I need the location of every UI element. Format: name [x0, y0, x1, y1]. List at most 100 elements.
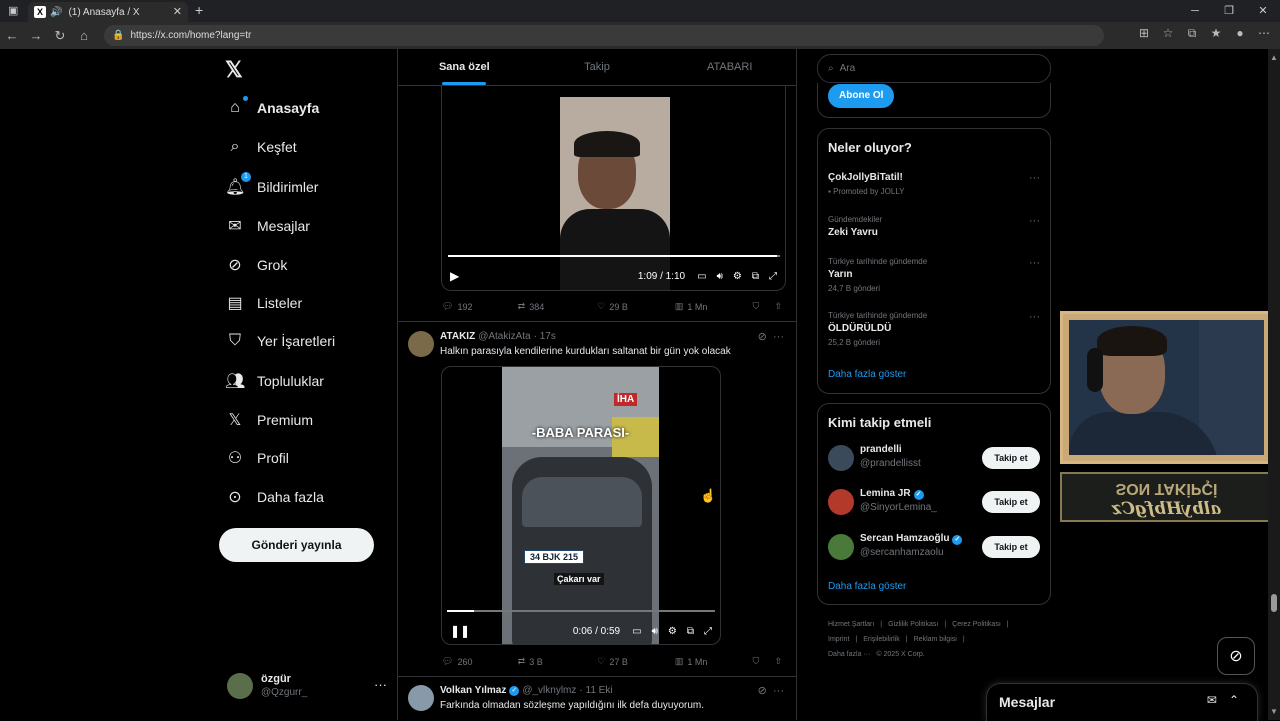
nav-grok[interactable]: ⊘ Grok [225, 255, 287, 275]
more-icon[interactable]: ··· [1029, 311, 1040, 323]
search-input[interactable]: ⌕ Ara [817, 54, 1051, 83]
footer-link[interactable]: Imprint [828, 636, 849, 643]
post-button[interactable]: Gönderi yayınla [219, 528, 374, 562]
footer-link[interactable]: Daha fazla ··· [828, 651, 870, 658]
author-handle[interactable]: @_vlknylmz [522, 685, 576, 696]
tweet-video[interactable]: İHA -BABA PARASI- 34 BJK 215 Çakarı var … [441, 366, 721, 645]
nav-communities[interactable]: 👥︎ Topluluklar [225, 371, 324, 391]
tab-actions-icon[interactable]: ▣ [8, 4, 18, 17]
tab-custom[interactable]: ATABARI [663, 49, 796, 85]
author-name[interactable]: Volkan Yılmaz [440, 685, 506, 696]
tweet-video[interactable]: ▶ 1:09 / 1:10 ▭ 🔊︎ ⚙ ⧉ ⤢ [441, 85, 786, 291]
tab-for-you[interactable]: Sana özel [398, 49, 531, 85]
settings-icon[interactable]: ⚙ [733, 271, 742, 282]
footer-link[interactable]: Çerez Politikası [952, 621, 1001, 628]
nav-profile[interactable]: ⚇ Profil [225, 448, 289, 468]
footer-link[interactable]: Erişilebilirlik [863, 636, 900, 643]
trend-item[interactable]: ÇokJollyBiTatil! ▪ Promoted by JOLLY ··· [828, 172, 1040, 196]
follow-button[interactable]: Takip et [982, 536, 1040, 558]
subscribe-button[interactable]: Abone Ol [828, 84, 895, 108]
author-handle[interactable]: @AtakizAta [478, 331, 530, 342]
show-more-link[interactable]: Daha fazla göster [828, 581, 906, 592]
profile-icon[interactable]: ● [1232, 26, 1248, 41]
follow-button[interactable]: Takip et [982, 491, 1040, 513]
video-progress[interactable] [447, 610, 715, 612]
trend-item[interactable]: Türkiye tarihinde gündemde Yarın 24,7 B … [828, 257, 1040, 293]
author-name[interactable]: ATAKIZ [440, 331, 475, 342]
star-icon[interactable]: ☆ [1160, 26, 1176, 41]
bookmark-button[interactable]: ⛉ [753, 301, 775, 312]
browser-tab[interactable]: X 🔊 (1) Anasayfa / X ✕ [28, 2, 188, 22]
nav-lists[interactable]: ▤ Listeler [225, 293, 302, 313]
page-scrollbar[interactable]: ▲ ▼ [1268, 49, 1280, 720]
reply-button[interactable]: 💬︎ 260 [442, 656, 518, 667]
nav-bookmarks[interactable]: ⛉ Yer İşaretleri [225, 332, 335, 350]
maximize-icon[interactable]: ❐ [1212, 0, 1246, 22]
messages-drawer[interactable]: Mesajlar ✉ ⌃ [986, 683, 1258, 721]
more-icon[interactable]: ··· [773, 685, 784, 697]
retweet-button[interactable]: ⇄ 384 [518, 301, 598, 312]
views-button[interactable]: ▥ 1 Mn [675, 656, 753, 667]
nav-premium[interactable]: 𝕏 Premium [225, 410, 313, 430]
more-icon[interactable]: ··· [773, 331, 784, 343]
lock-icon[interactable]: 🔒 [112, 30, 124, 41]
close-window-icon[interactable]: ✕ [1246, 0, 1280, 22]
home-browser-icon[interactable]: ⌂ [72, 28, 96, 43]
nav-notifications[interactable]: 🔔︎ 1 Bildirimler [225, 172, 318, 197]
play-icon[interactable]: ▶ [450, 269, 459, 283]
new-tab-icon[interactable]: + [195, 2, 203, 18]
avatar[interactable] [408, 331, 434, 357]
captions-icon[interactable]: ▭ [697, 271, 706, 282]
follow-suggestion[interactable]: Sercan Hamzaoğlu ✓ @sercanhamzaolu Takip … [828, 533, 1040, 563]
footer-link[interactable]: Hizmet Şartları [828, 621, 874, 628]
more-icon[interactable]: ··· [1029, 172, 1040, 184]
tweet-time[interactable]: · 11 Eki [579, 685, 612, 696]
reply-button[interactable]: 💬︎ 192 [442, 301, 518, 312]
extension-icon[interactable]: ⊞ [1136, 26, 1152, 41]
grok-icon[interactable]: ⊘ [758, 685, 767, 697]
tab-following[interactable]: Takip [531, 49, 664, 85]
trend-item[interactable]: Gündemdekiler Zeki Yavru ··· [828, 215, 1040, 238]
more-icon[interactable]: ··· [1029, 215, 1040, 227]
favorites-icon[interactable]: ★ [1208, 26, 1224, 41]
forward-icon[interactable]: → [24, 28, 48, 43]
more-icon[interactable]: ··· [1029, 257, 1040, 269]
footer-link[interactable]: Gizlilik Politikası [888, 621, 938, 628]
captions-icon[interactable]: ▭ [632, 626, 641, 637]
show-more-link[interactable]: Daha fazla göster [828, 369, 906, 380]
expand-icon[interactable]: ⌃ [1229, 693, 1239, 707]
fullscreen-icon[interactable]: ⤢ [704, 626, 712, 637]
back-icon[interactable]: ← [0, 28, 24, 43]
grok-icon[interactable]: ⊘ [758, 331, 767, 343]
retweet-button[interactable]: ⇄ 3 B [518, 656, 598, 667]
like-button[interactable]: ♡ 29 B [597, 301, 675, 312]
pause-icon[interactable]: ❚❚ [450, 624, 470, 638]
views-button[interactable]: ▥ 1 Mn [675, 301, 753, 312]
like-button[interactable]: ♡ 27 B [597, 656, 675, 667]
nav-messages[interactable]: ✉ Mesajlar [225, 216, 310, 236]
speaker-icon[interactable]: 🔊 [50, 7, 62, 18]
nav-more[interactable]: ⊙ Daha fazla [225, 487, 324, 507]
share-button[interactable]: ⇧ [774, 656, 782, 667]
avatar[interactable] [408, 685, 434, 711]
settings-icon[interactable]: ⚙ [668, 626, 677, 637]
nav-home[interactable]: ⌂ Anasayfa [225, 96, 319, 117]
volume-icon[interactable]: 🔊︎ [652, 626, 658, 637]
close-tab-icon[interactable]: ✕ [173, 5, 182, 18]
tweet-time[interactable]: · 17s [534, 331, 556, 342]
follow-suggestion[interactable]: Lemina JR ✓ @SinyorLemina_ Takip et [828, 488, 1040, 518]
grok-icon[interactable]: ⊘ [1217, 637, 1255, 675]
more-icon[interactable]: ··· [374, 677, 387, 692]
fullscreen-icon[interactable]: ⤢ [769, 271, 777, 282]
bookmark-button[interactable]: ⛉ [753, 656, 775, 667]
new-message-icon[interactable]: ✉ [1207, 693, 1217, 707]
pip-icon[interactable]: ⧉ [752, 271, 759, 282]
nav-explore[interactable]: ⌕ Keşfet [225, 138, 297, 156]
trend-item[interactable]: Türkiye tarihinde gündemde ÖLDÜRÜLDÜ 25,… [828, 311, 1040, 347]
collections-icon[interactable]: ⧉ [1184, 26, 1200, 41]
refresh-icon[interactable]: ↻ [48, 28, 72, 44]
share-button[interactable]: ⇧ [774, 301, 782, 312]
footer-link[interactable]: Reklam bilgisi [914, 636, 957, 643]
x-logo-icon[interactable]: 𝕏 [225, 57, 243, 83]
address-bar[interactable]: 🔒 https://x.com/home?lang=tr [104, 25, 1104, 46]
